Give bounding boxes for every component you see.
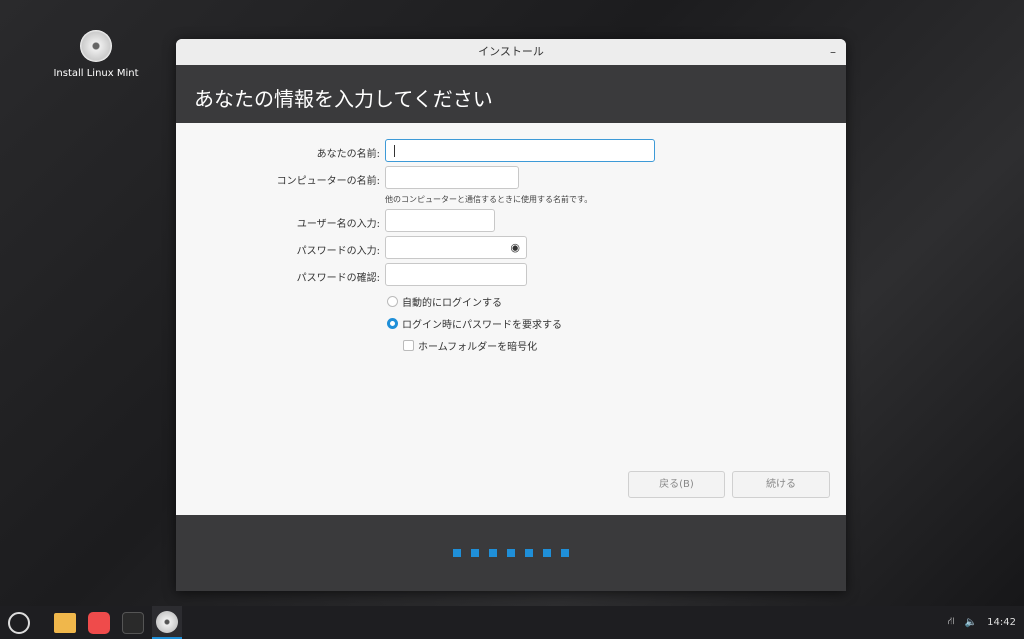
network-icon[interactable]: ⛙ [948, 616, 955, 629]
progress-indicator [176, 515, 846, 591]
require-password-radio[interactable]: ログイン時にパスワードを要求する [387, 316, 562, 331]
password-label: パスワードの入力: [297, 242, 380, 257]
installer-window: インストール – あなたの情報を入力してください あなたの名前: コンピューター… [176, 39, 846, 591]
title-bar[interactable]: インストール – [176, 39, 846, 65]
folder-icon [54, 613, 76, 633]
username-input[interactable] [385, 209, 495, 232]
firefox-button[interactable] [84, 608, 114, 638]
clock[interactable]: 14:42 [987, 617, 1016, 628]
auto-login-label: 自動的にログインする [402, 294, 502, 309]
window-title: インストール [478, 45, 544, 58]
progress-step [453, 549, 461, 557]
computer-name-hint: 他のコンピューターと通信するときに使用する名前です。 [385, 194, 592, 205]
files-button[interactable] [50, 608, 80, 638]
encrypt-home-label: ホームフォルダーを暗号化 [418, 338, 537, 353]
progress-step [543, 549, 551, 557]
name-label: あなたの名前: [317, 145, 380, 160]
user-form: あなたの名前: コンピューターの名前: 他のコンピューターと通信するときに使用す… [176, 123, 846, 515]
progress-step [525, 549, 533, 557]
back-button[interactable]: 戻る(B) [628, 471, 725, 498]
volume-icon[interactable]: 🔈 [965, 617, 977, 628]
confirm-password-label: パスワードの確認: [297, 269, 380, 284]
progress-step [471, 549, 479, 557]
cd-icon [80, 30, 112, 62]
name-input[interactable] [385, 139, 655, 162]
continue-button[interactable]: 続ける [732, 471, 830, 498]
terminal-icon [122, 612, 144, 634]
progress-step [507, 549, 515, 557]
minimize-button[interactable]: – [830, 39, 836, 65]
cd-icon [156, 611, 178, 633]
page-title: あなたの情報を入力してください [176, 65, 846, 123]
confirm-password-input[interactable] [385, 263, 527, 286]
desktop-icon-label: Install Linux Mint [53, 68, 138, 79]
computer-name-input[interactable] [385, 166, 519, 189]
password-input[interactable]: ◉ [385, 236, 527, 259]
require-password-label: ログイン時にパスワードを要求する [402, 316, 562, 331]
menu-button[interactable] [4, 608, 34, 638]
desktop-icon-install[interactable]: Install Linux Mint [48, 30, 144, 79]
computer-name-label: コンピューターの名前: [277, 172, 380, 187]
firefox-icon [88, 612, 110, 634]
progress-step [561, 549, 569, 557]
username-label: ユーザー名の入力: [297, 215, 380, 230]
auto-login-radio[interactable]: 自動的にログインする [387, 294, 502, 309]
progress-step [489, 549, 497, 557]
mint-logo-icon [8, 612, 30, 634]
installer-taskbar-button[interactable] [152, 606, 182, 639]
taskbar: ⛙ 🔈 14:42 [0, 606, 1024, 639]
terminal-button[interactable] [118, 608, 148, 638]
encrypt-home-checkbox[interactable]: ホームフォルダーを暗号化 [403, 338, 537, 353]
eye-icon[interactable]: ◉ [510, 241, 520, 254]
